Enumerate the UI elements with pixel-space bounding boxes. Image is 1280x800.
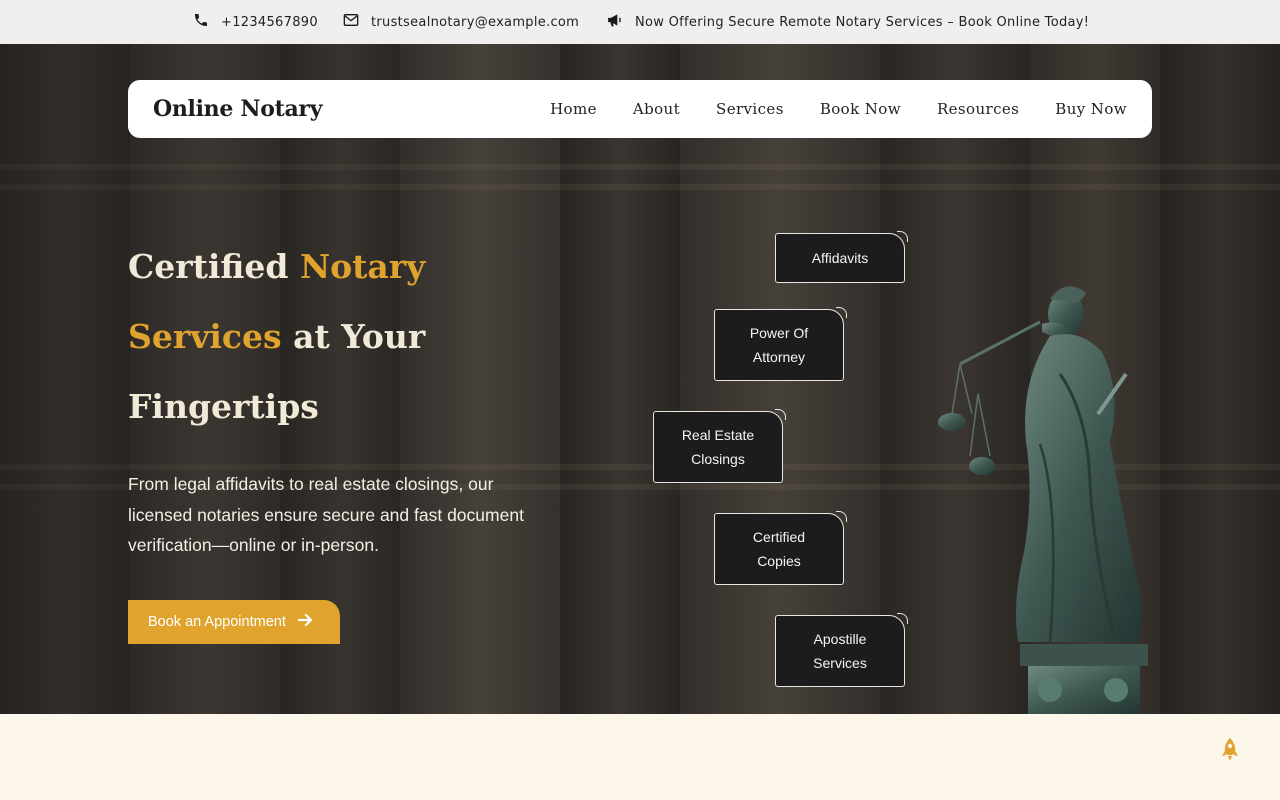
service-tag-real-estate-closings[interactable]: Real Estate Closings	[653, 409, 786, 483]
headline-accent: Notary	[299, 247, 426, 286]
announcement: Now Offering Secure Remote Notary Servic…	[606, 0, 1089, 44]
main-nav: Home About Services Book Now Resources B…	[514, 100, 1127, 118]
rocket-icon	[1218, 738, 1242, 766]
lady-justice-statue-image	[938, 286, 1148, 714]
email-address: trustsealnotary@example.com	[371, 14, 580, 30]
arrow-right-icon	[286, 613, 314, 631]
service-tag-power-of-attorney[interactable]: Power Of Attorney	[714, 307, 847, 381]
phone-contact[interactable]: +1234567890	[193, 0, 318, 44]
scroll-to-top-button[interactable]	[1218, 736, 1242, 767]
cta-label: Book an Appointment	[148, 614, 286, 630]
main-navbar: Online Notary Home About Services Book N…	[128, 80, 1152, 138]
nav-item-home[interactable]: Home	[550, 100, 597, 118]
mail-icon	[343, 13, 371, 31]
service-tag-affidavits[interactable]: Affidavits	[775, 231, 908, 283]
book-appointment-button[interactable]: Book an Appointment	[128, 600, 340, 644]
site-logo[interactable]: Online Notary	[153, 96, 323, 122]
nav-item-services[interactable]: Services	[716, 100, 784, 118]
megaphone-icon	[606, 12, 635, 32]
hero-subtext: From legal affidavits to real estate clo…	[128, 474, 524, 555]
announcement-text: Now Offering Secure Remote Notary Servic…	[635, 14, 1090, 30]
phone-number: +1234567890	[221, 14, 318, 30]
headline-accent: Services	[128, 317, 282, 356]
nav-item-resources[interactable]: Resources	[937, 100, 1019, 118]
service-tag-certified-copies[interactable]: Certified Copies	[714, 511, 847, 585]
nav-item-buy-now[interactable]: Buy Now	[1055, 100, 1127, 118]
nav-item-book-now[interactable]: Book Now	[820, 100, 901, 118]
phone-icon	[193, 12, 221, 32]
hero-section: Online Notary Home About Services Book N…	[0, 44, 1280, 714]
hero-headline: Certified Notary Services at Your Finger…	[128, 247, 426, 426]
top-info-bar: +1234567890 trustsealnotary@example.com …	[0, 0, 1280, 44]
service-tag-apostille-services[interactable]: Apostille Services	[775, 613, 908, 687]
nav-item-about[interactable]: About	[633, 100, 680, 118]
email-contact[interactable]: trustsealnotary@example.com	[343, 0, 579, 44]
